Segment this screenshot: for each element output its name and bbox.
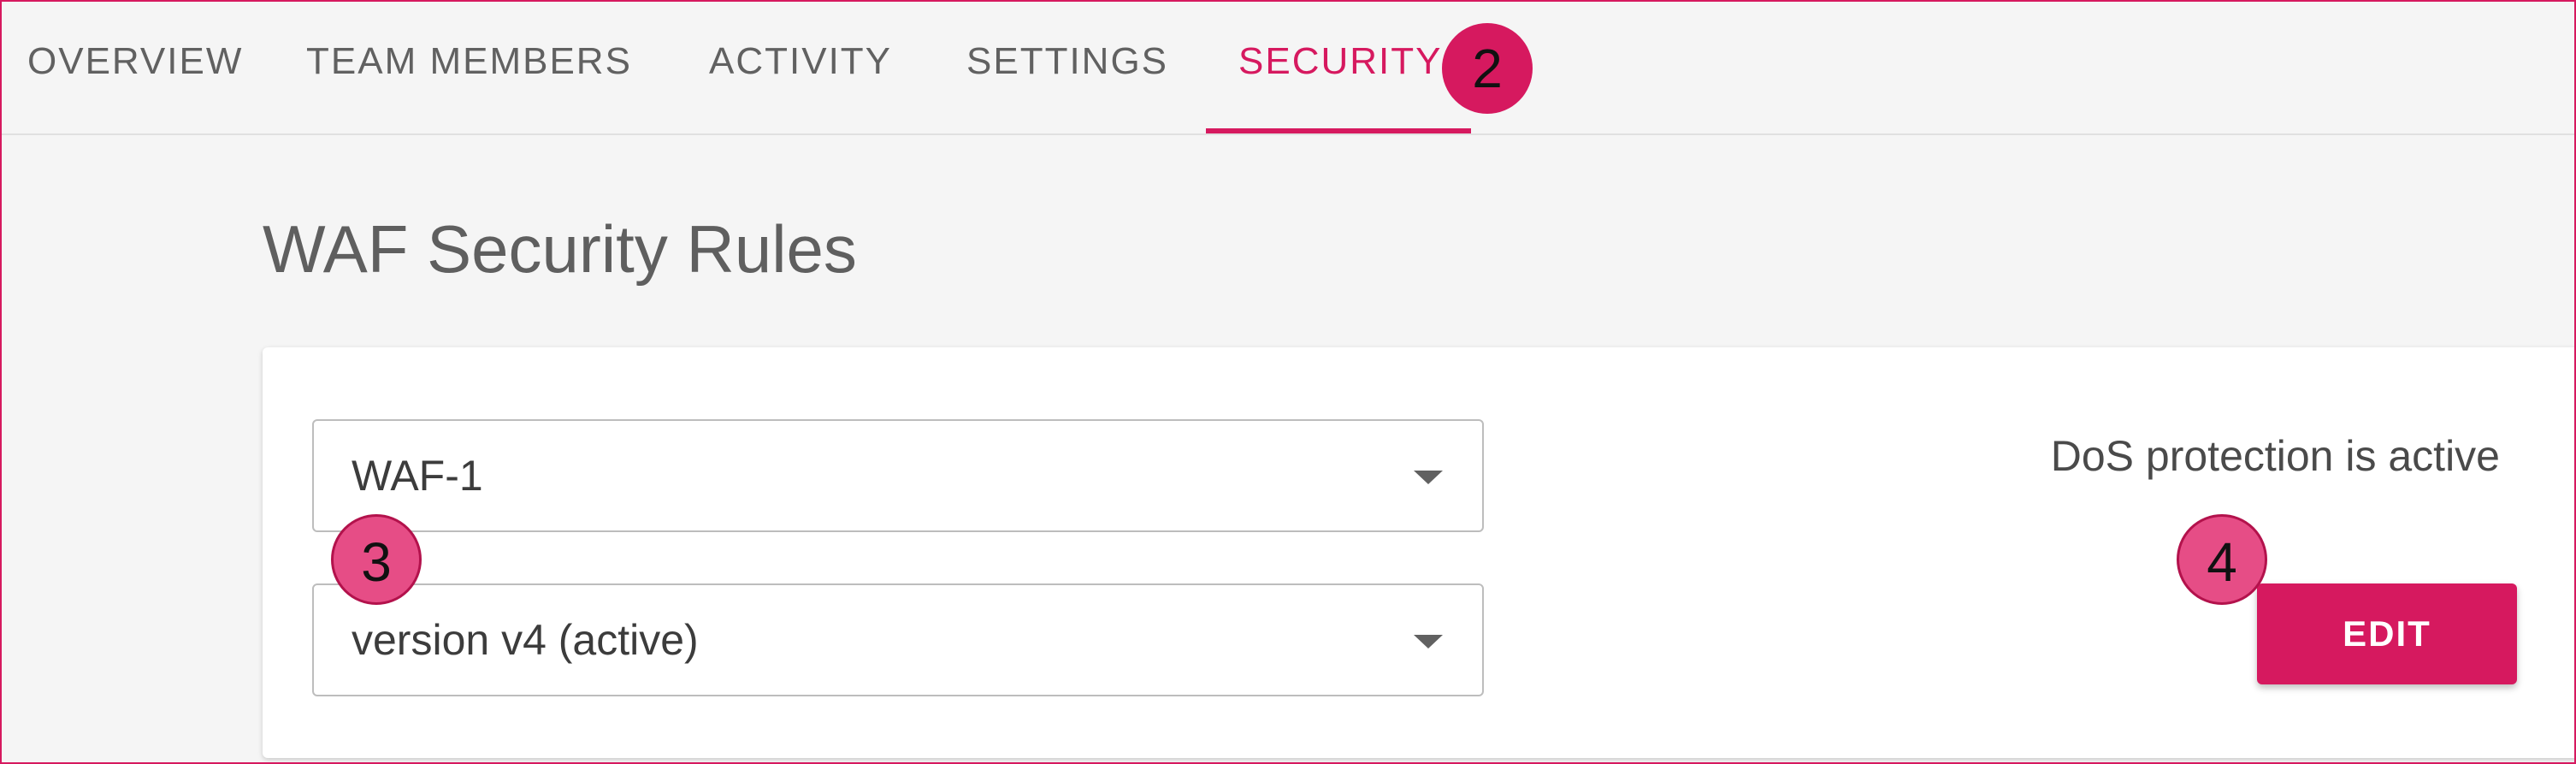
page-title: WAF Security Rules bbox=[263, 211, 857, 287]
tab-bar: OVERVIEW TEAM MEMBERS ACTIVITY SETTINGS … bbox=[2, 2, 2574, 135]
edit-button[interactable]: EDIT bbox=[2257, 583, 2517, 684]
tab-settings[interactable]: SETTINGS bbox=[966, 36, 1168, 87]
app-frame: OVERVIEW TEAM MEMBERS ACTIVITY SETTINGS … bbox=[0, 0, 2576, 764]
callout-badge-4: 4 bbox=[2177, 514, 2267, 605]
tab-activity[interactable]: ACTIVITY bbox=[709, 36, 892, 87]
dropdown-arrow-icon bbox=[1414, 471, 1443, 484]
callout-badge-3: 3 bbox=[331, 514, 422, 605]
dos-protection-status: DoS protection is active bbox=[2050, 432, 2500, 480]
callout-badge-2: 2 bbox=[1442, 23, 1533, 114]
waf-version-select[interactable]: version v4 (active) bbox=[312, 583, 1484, 696]
tab-overview[interactable]: OVERVIEW bbox=[27, 36, 243, 87]
active-tab-indicator bbox=[1206, 128, 1471, 133]
waf-version-select-value: version v4 (active) bbox=[352, 616, 699, 664]
tab-team-members[interactable]: TEAM MEMBERS bbox=[306, 36, 632, 87]
waf-rule-select[interactable]: WAF-1 bbox=[312, 419, 1484, 532]
tab-security[interactable]: SECURITY bbox=[1238, 36, 1442, 87]
dropdown-arrow-icon bbox=[1414, 635, 1443, 649]
